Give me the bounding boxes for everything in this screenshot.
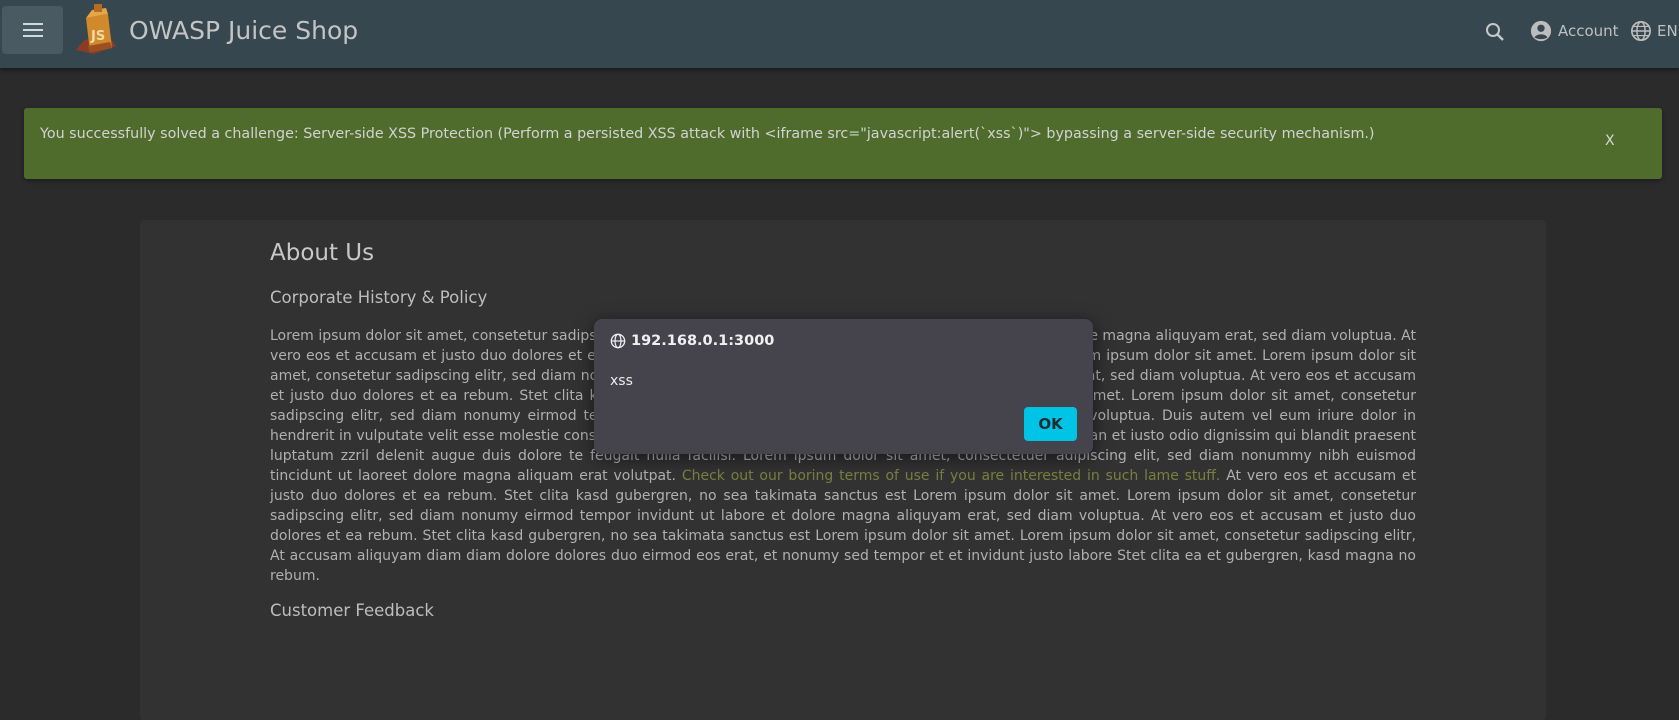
app-title[interactable]: OWASP Juice Shop [129,16,358,45]
globe-icon [1631,21,1651,41]
ok-button[interactable]: OK [1024,407,1077,441]
svg-text:JS: JS [90,29,105,44]
banner-close-button[interactable]: X [1605,133,1615,149]
sidenav-menu-button[interactable] [2,6,63,54]
alert-dialog: 192.168.0.1:3000 xss OK [594,319,1093,454]
banner-message: You successfully solved a challenge: Ser… [40,126,1375,142]
account-label: Account [1558,22,1619,40]
juice-shop-logo[interactable]: JS [72,4,122,58]
account-circle-icon [1530,20,1552,42]
language-label: EN [1657,22,1678,40]
about-us-card: About Us Corporate History & Policy Lore… [140,220,1546,720]
globe-icon [610,333,626,349]
corporate-history-heading: Corporate History & Policy [270,288,488,307]
customer-feedback-heading: Customer Feedback [270,601,434,620]
menu-icon [22,23,43,37]
search-icon[interactable] [1483,20,1507,44]
terms-of-use-link[interactable]: Check out our boring terms of use if you… [682,468,1221,484]
top-toolbar: JS OWASP Juice Shop Account EN [0,0,1679,68]
account-button[interactable]: Account [1530,19,1619,43]
language-button[interactable]: EN [1630,19,1678,43]
paragraph-end: At vero eos et accusam et justo duo dolo… [270,468,1417,584]
dialog-origin-text: 192.168.0.1:3000 [631,333,775,349]
challenge-solved-banner: You successfully solved a challenge: Ser… [24,108,1662,179]
dialog-origin: 192.168.0.1:3000 [610,333,774,349]
page-title: About Us [270,240,375,266]
dialog-message: xss [610,373,633,389]
